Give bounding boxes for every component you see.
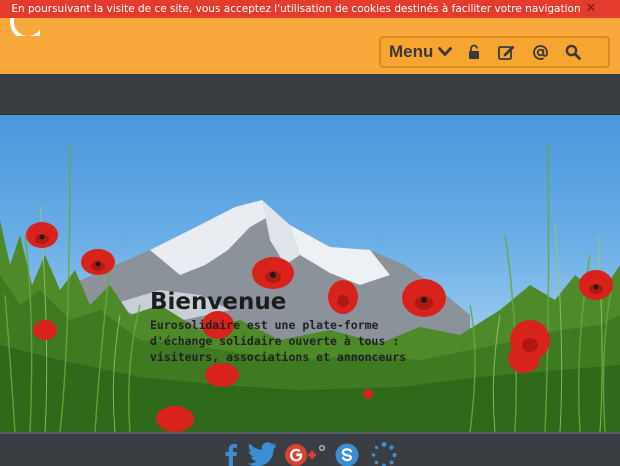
cookie-message: En poursuivant la visite de ce site, vou…: [11, 3, 581, 15]
cookie-consent-bar: En poursuivant la visite de ce site, vou…: [0, 0, 620, 18]
navigation-bar: [0, 74, 620, 115]
twitter-icon[interactable]: [247, 442, 277, 466]
google-plus-icon[interactable]: [284, 442, 330, 466]
menu-label: Menu: [389, 42, 434, 61]
footer-social-bar: [0, 432, 620, 466]
hero-background-image: [0, 144, 620, 432]
edit-icon[interactable]: [496, 41, 518, 63]
unlock-icon[interactable]: [463, 41, 485, 63]
skype-icon[interactable]: [333, 442, 361, 466]
loading-icon: [369, 442, 399, 466]
search-icon[interactable]: [562, 41, 584, 63]
hero-banner: Bienvenue Eurosolidaire est une plate-fo…: [0, 115, 620, 432]
hero-description: Eurosolidaire est une plate-forme d'écha…: [150, 318, 407, 364]
header-toolbar: Menu: [379, 36, 610, 68]
menu-button[interactable]: Menu: [389, 42, 453, 62]
chevron-down-icon: [438, 47, 453, 56]
hero-content: Bienvenue Eurosolidaire est une plate-fo…: [150, 287, 450, 365]
hero-title: Bienvenue: [150, 289, 287, 315]
cookie-close-button[interactable]: ✕: [582, 0, 600, 18]
facebook-icon[interactable]: [222, 442, 240, 466]
at-icon[interactable]: [529, 41, 551, 63]
